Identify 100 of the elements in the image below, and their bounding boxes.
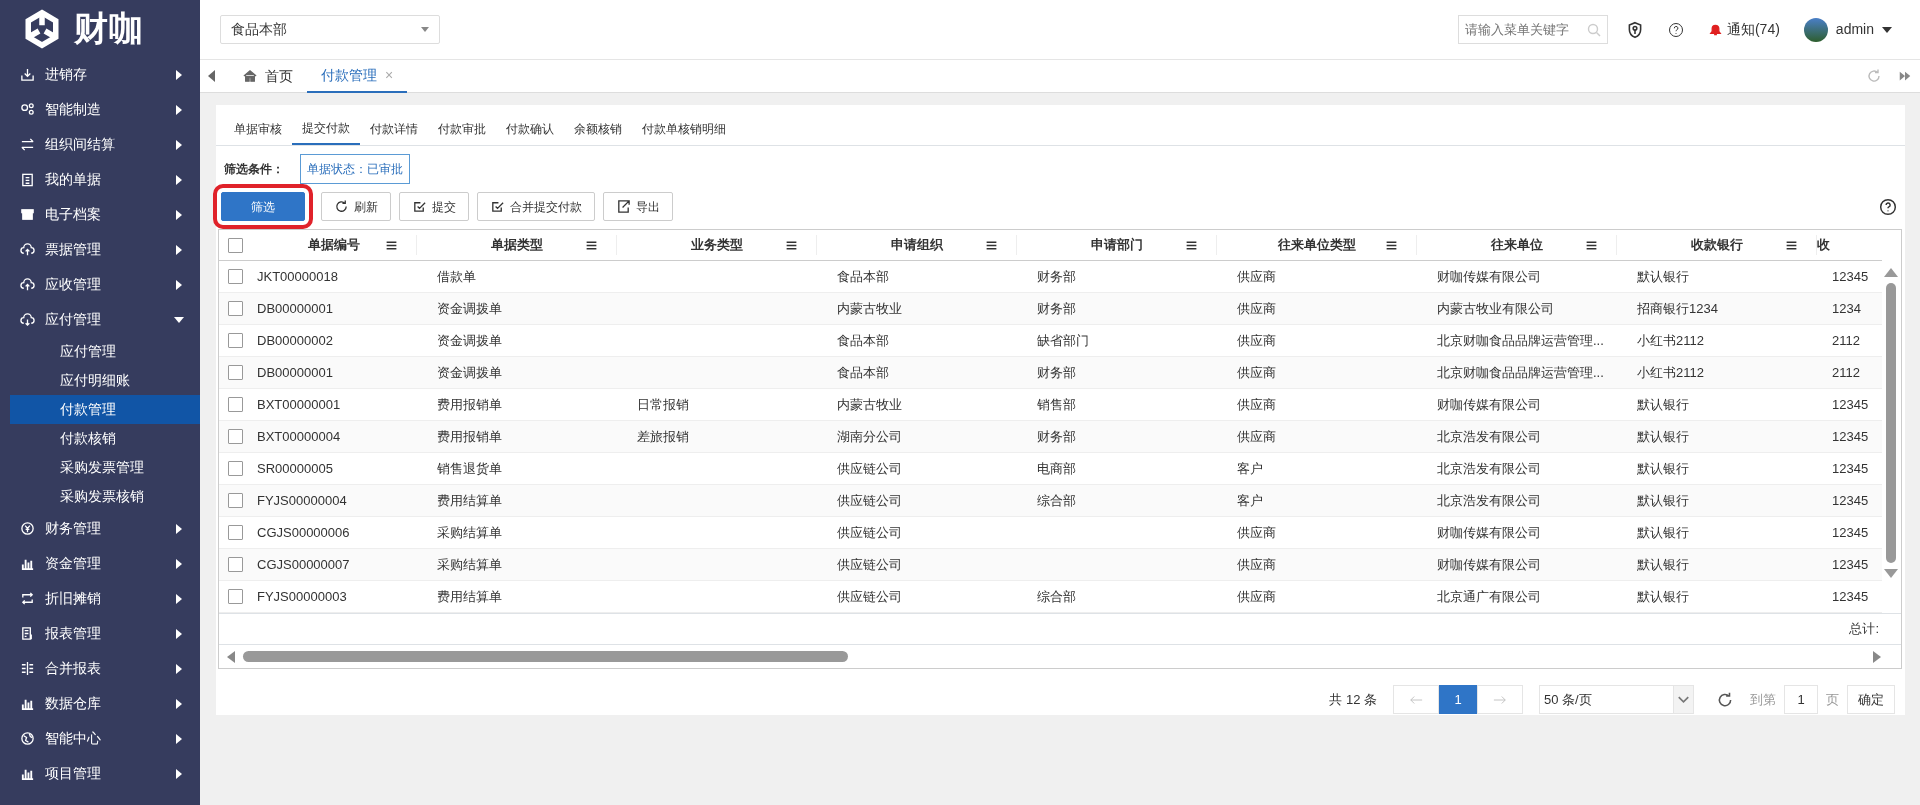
caret-icon [1882, 26, 1892, 33]
toolbar-button[interactable]: 合并提交付款 [477, 192, 595, 221]
user-menu[interactable]: admin [1803, 17, 1892, 42]
checkbox-icon [412, 199, 427, 214]
table-cell-text: 默认银行 [1636, 459, 1690, 478]
toolbar-button[interactable]: 导出 [603, 192, 673, 221]
sidebar-item[interactable]: 组织间结算 [0, 127, 200, 162]
column-header[interactable]: 往来单位类型 [1277, 235, 1356, 255]
sidebar-subitem[interactable]: 应付明细账 [10, 366, 200, 395]
page-button[interactable]: 1 [1439, 685, 1477, 714]
help-icon[interactable] [1667, 21, 1684, 38]
table-cell-text: 财咖传媒有限公司 [1436, 555, 1542, 574]
sidebar-item[interactable]: 我的单据 [0, 162, 200, 197]
notifications-link[interactable]: 通知(74) [1707, 19, 1780, 40]
table-cell-text: SR00000005 [256, 459, 334, 478]
table-cell-text: 小红书2112 [1636, 363, 1705, 382]
checkbox[interactable] [228, 301, 243, 316]
filter-chip[interactable]: 单据状态：已审批 [300, 154, 410, 184]
table-cell-text: 供应商 [1236, 395, 1277, 414]
toolbar-button[interactable]: 提交 [399, 192, 469, 221]
checkbox[interactable] [228, 493, 243, 508]
sub-tab[interactable]: 余额核销 [564, 113, 632, 145]
sidebar-item[interactable]: 进销存 [0, 57, 200, 92]
caret-icon [176, 593, 182, 604]
caret-icon [176, 698, 182, 709]
sidebar-item[interactable]: 资金管理 [0, 546, 200, 581]
toolbar-button[interactable]: 刷新 [321, 192, 391, 221]
sub-tab[interactable]: 付款单核销明细 [632, 113, 736, 145]
sidebar-item[interactable]: 智能中心 [0, 721, 200, 756]
checkbox[interactable] [228, 525, 243, 540]
help-icon[interactable] [1879, 197, 1897, 216]
table-cell-text: 内蒙古牧业 [836, 299, 903, 318]
column-header[interactable]: 单据类型 [490, 235, 543, 255]
page-tab[interactable]: 首页 [229, 59, 307, 93]
table-cell-text: DB00000002 [256, 331, 334, 350]
page-size-select[interactable]: 50 条/页 [1539, 685, 1694, 714]
sidebar-item[interactable]: 应付管理 [0, 302, 200, 337]
table-cell-text: 默认银行 [1636, 523, 1690, 542]
caret-icon [176, 69, 182, 80]
swap-arrows-icon [20, 137, 35, 152]
table-cell-text: 1234 [1831, 299, 1862, 318]
column-header[interactable]: 收款银行 [1690, 235, 1743, 255]
sidebar-subitem[interactable]: 采购发票管理 [10, 453, 200, 482]
table-cell-text: 北京通广有限公司 [1436, 587, 1542, 606]
fast-forward-icon[interactable] [1898, 69, 1912, 83]
column-header[interactable]: 单据编号 [308, 235, 360, 255]
column-header[interactable]: 收 [1817, 235, 1830, 255]
sidebar-item[interactable]: 财务管理 [0, 511, 200, 546]
checkbox[interactable] [228, 557, 243, 572]
checkbox[interactable] [228, 269, 243, 284]
table-cell-text: CGJS00000006 [256, 523, 351, 542]
table-cell-text: 供应链公司 [836, 587, 903, 606]
sub-tab[interactable]: 单据审核 [224, 113, 292, 145]
checkbox-icon [490, 199, 505, 214]
sidebar-item[interactable]: 合并报表 [0, 651, 200, 686]
checkbox[interactable] [228, 429, 243, 444]
table-cell-text: 供应商 [1236, 331, 1277, 350]
sidebar-item[interactable]: 电子档案 [0, 197, 200, 232]
sidebar-item[interactable]: 折旧摊销 [0, 581, 200, 616]
sub-tab[interactable]: 付款审批 [428, 113, 496, 145]
sidebar-item[interactable]: 项目管理 [0, 756, 200, 791]
caret-icon [176, 768, 182, 779]
confirm-button[interactable]: 确定 [1847, 685, 1895, 714]
checkbox[interactable] [228, 461, 243, 476]
search-field[interactable]: 请输入菜单关键字 [1457, 15, 1608, 44]
caret-icon [176, 279, 182, 290]
sub-tab[interactable]: 提交付款 [292, 113, 360, 145]
checkbox[interactable] [228, 237, 243, 253]
sidebar-item[interactable]: 智能制造 [0, 92, 200, 127]
cloud-upload-icon [20, 277, 35, 292]
checkbox[interactable] [228, 589, 243, 604]
table-cell-text: 12345 [1831, 491, 1870, 510]
table-cell-text: 北京浩发有限公司 [1436, 491, 1542, 510]
column-header[interactable]: 申请部门 [1090, 235, 1143, 255]
sub-tab[interactable]: 付款详情 [360, 113, 428, 145]
table-cell-text: 12345 [1831, 555, 1870, 574]
refresh-icon[interactable] [1716, 690, 1734, 709]
checkbox[interactable] [228, 397, 243, 412]
column-header[interactable]: 业务类型 [690, 235, 743, 255]
sidebar-item[interactable]: 应收管理 [0, 267, 200, 302]
column-header[interactable]: 往来单位 [1490, 235, 1543, 255]
checkbox[interactable] [228, 365, 243, 380]
table-cell-text: 财务部 [1036, 363, 1077, 382]
sidebar-item[interactable]: 票据管理 [0, 232, 200, 267]
sidebar-item[interactable]: 数据仓库 [0, 686, 200, 721]
page-tab[interactable]: 付款管理 × [307, 59, 408, 93]
table-cell-text: 默认银行 [1636, 555, 1690, 574]
sidebar-subitem[interactable]: 应付管理 [10, 337, 200, 366]
checkbox[interactable] [228, 333, 243, 348]
sidebar-item[interactable]: 报表管理 [0, 616, 200, 651]
sidebar-subitem[interactable]: 付款核销 [10, 424, 200, 453]
caret-icon [176, 104, 182, 115]
table-cell-text: 财咖传媒有限公司 [1436, 395, 1542, 414]
sidebar-subitem[interactable]: 采购发票核销 [10, 482, 200, 511]
sidebar-subitem[interactable]: 付款管理 [10, 395, 200, 424]
column-header[interactable]: 申请组织 [890, 235, 943, 255]
scroll-left-icon[interactable] [208, 70, 215, 82]
page-number-field[interactable]: 1 [1784, 685, 1818, 714]
sub-tab[interactable]: 付款确认 [496, 113, 564, 145]
org-select[interactable]: 食品本部 [220, 15, 440, 44]
